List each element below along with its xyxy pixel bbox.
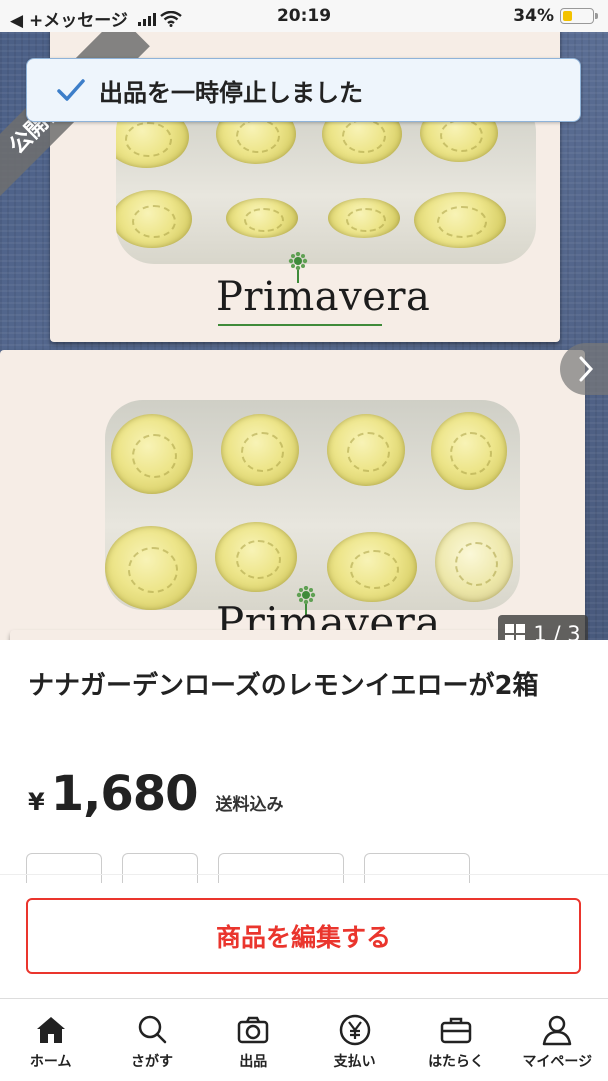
price: 1,680 (50, 766, 199, 822)
tab-home[interactable]: ホーム (0, 999, 101, 1081)
search-icon (138, 1015, 167, 1044)
battery-percent: 34% (513, 6, 554, 26)
tab-label: ホーム (29, 1054, 72, 1070)
toast-notification: 出品を一時停止しました (26, 58, 581, 122)
battery-status: 34% (513, 6, 598, 26)
toast-message: 出品を一時停止しました (99, 78, 363, 107)
tab-payment[interactable]: 支払い (304, 999, 405, 1081)
photo-counter-text: 1 / 3 (533, 622, 581, 640)
status-bar: ◀ +メッセージ 20:19 34% (0, 0, 608, 32)
product-title: ナナガーデンローズのレモンイエローが2箱 (28, 671, 539, 701)
check-icon (57, 79, 85, 101)
camera-icon (238, 1016, 269, 1044)
tab-label: マイページ (522, 1054, 593, 1070)
price-row: ¥ 1,680 送料込み (28, 766, 284, 822)
tab-label: はたらく (428, 1054, 484, 1070)
photo-counter[interactable]: 1 / 3 (498, 615, 588, 640)
tab-work[interactable]: はたらく (405, 999, 506, 1081)
tab-label: 出品 (239, 1054, 268, 1070)
next-photo-button[interactable] (560, 343, 608, 395)
tab-mypage[interactable]: マイページ (507, 999, 608, 1081)
tab-label: さがす (130, 1054, 173, 1070)
tab-sell[interactable]: 出品 (203, 999, 304, 1081)
briefcase-icon (440, 1017, 472, 1044)
home-icon (36, 1017, 65, 1043)
brand-logo: Primavera (216, 274, 431, 320)
battery-fill (563, 11, 573, 21)
shipping-note: 送料込み (215, 795, 284, 815)
product-photo[interactable]: Primavera Primavera 公開停止中 1 / 3 (0, 32, 608, 640)
tab-label: 支払い (333, 1054, 376, 1070)
currency-symbol: ¥ (28, 788, 45, 816)
yen-icon (339, 1014, 370, 1046)
battery-icon (560, 8, 598, 24)
tab-search[interactable]: さがす (101, 999, 202, 1081)
product-box: Primavera (0, 350, 585, 640)
edit-item-button[interactable]: 商品を編集する (26, 898, 581, 974)
chevron-right-icon (579, 356, 594, 382)
box-window (105, 400, 520, 610)
person-icon (543, 1015, 572, 1046)
grid-icon (505, 624, 526, 640)
edit-item-label: 商品を編集する (215, 923, 391, 952)
tab-bar: ホーム さがす 出品 支払い はたらく マイページ (0, 998, 608, 1081)
